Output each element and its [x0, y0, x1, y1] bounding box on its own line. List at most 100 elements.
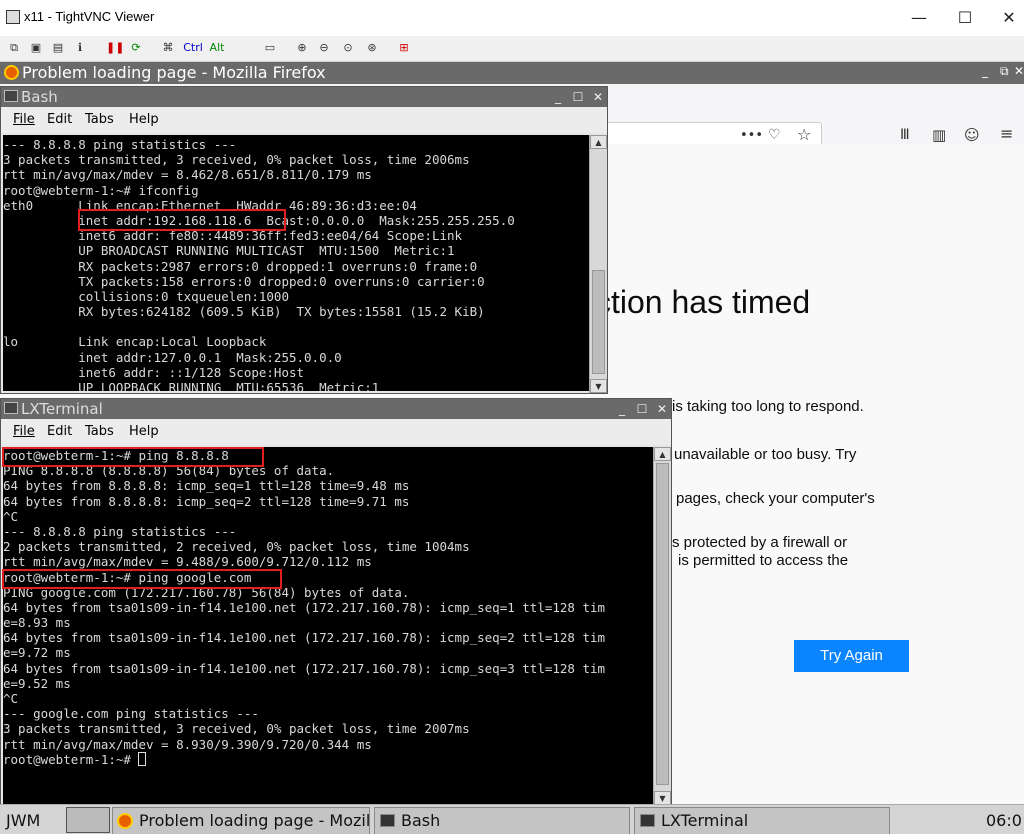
terminal-line: RX bytes:624182 (609.5 KiB) TX bytes:155…: [3, 304, 485, 320]
bash-minimize-button[interactable]: _: [549, 87, 567, 107]
terminal-line: ^C: [3, 691, 19, 706]
terminal-line: 3 packets transmitted, 3 received, 0% pa…: [3, 721, 470, 737]
firefox-icon: [117, 813, 133, 829]
terminal-line: 64 bytes from tsa01s09-in-f14.1e100.net …: [3, 660, 606, 676]
lxterminal-titlebar[interactable]: LXTerminal _ ☐ ✕: [1, 399, 671, 419]
minimize-button[interactable]: —: [904, 6, 934, 30]
terminal-line: 64 bytes from 8.8.8.8: icmp_seq=1 ttl=12…: [3, 478, 410, 494]
remote-desktop[interactable]: Problem loading page - Mozilla Firefox _…: [0, 62, 1024, 834]
firefox-icon: [4, 65, 19, 80]
taskbar-item-label: Problem loading page - Mozill: [139, 811, 370, 830]
info-icon[interactable]: ℹ: [72, 40, 88, 56]
highlight-inet-addr: [78, 209, 286, 231]
menu-file[interactable]: File: [13, 107, 35, 133]
terminal-line: TX packets:158 errors:0 dropped:0 overru…: [3, 273, 485, 289]
scroll-thumb[interactable]: [592, 270, 605, 374]
lxterminal-maximize-button[interactable]: ☐: [633, 399, 651, 419]
alt-key-button[interactable]: Alt: [208, 40, 226, 56]
zoom-in-icon[interactable]: ⊕: [294, 40, 310, 56]
zoom-fit-icon[interactable]: ⊛: [364, 40, 380, 56]
bash-close-button[interactable]: ✕: [589, 87, 607, 107]
scroll-up-arrow[interactable]: ▲: [654, 447, 671, 461]
library-icon[interactable]: Ⅲ: [900, 127, 910, 143]
pause-icon[interactable]: ❚❚: [106, 40, 124, 56]
lxterminal-scrollbar[interactable]: ▲ ▼: [653, 447, 671, 805]
save-icon[interactable]: ▣: [28, 40, 44, 56]
menu-tabs[interactable]: Tabs: [85, 419, 114, 445]
taskbar-item-bash[interactable]: Bash: [374, 807, 630, 834]
desktop-pager[interactable]: [66, 807, 110, 833]
taskbar-item-lxterminal[interactable]: LXTerminal: [634, 807, 890, 834]
scroll-down-arrow[interactable]: ▼: [590, 379, 607, 393]
terminal-line: root@webterm-1:~# ifconfig: [3, 182, 199, 198]
vnc-window-title: x11 - TightVNC Viewer: [24, 9, 155, 24]
lxterminal-window[interactable]: LXTerminal _ ☐ ✕ File Edit Tabs Help roo…: [0, 398, 672, 806]
highlight-ping-8888: [2, 447, 264, 467]
terminal-line: e=8.93 ms: [3, 615, 71, 631]
vnc-window-titlebar: x11 - TightVNC Viewer — ☐ ✕: [0, 0, 1024, 36]
fullscreen-icon[interactable]: ⊞: [396, 40, 412, 56]
error-line-4: s protected by a firewall or: [672, 534, 848, 551]
terminal-icon: [4, 90, 18, 102]
terminal-line: 64 bytes from tsa01s09-in-f14.1e100.net …: [3, 599, 606, 615]
lxterminal-menubar: File Edit Tabs Help: [1, 419, 671, 445]
jwm-taskbar: JWM Problem loading page - Mozill Bash L…: [0, 804, 1024, 834]
menu-help[interactable]: Help: [129, 419, 159, 445]
account-icon[interactable]: ☺: [964, 126, 980, 144]
error-line-5: is permitted to access the: [678, 552, 849, 569]
terminal-line: e=9.72 ms: [3, 645, 71, 661]
error-line-1: is taking too long to respond.: [672, 398, 864, 415]
terminal-line: RX packets:2987 errors:0 dropped:1 overr…: [3, 258, 478, 274]
page-actions-icon[interactable]: •••: [740, 128, 763, 143]
menu-file[interactable]: File: [13, 419, 35, 445]
refresh-icon[interactable]: ⟳: [128, 40, 144, 56]
error-heading: ction has timed: [595, 284, 811, 320]
maximize-button[interactable]: ☐: [950, 6, 980, 30]
terminal-line: 64 bytes from tsa01s09-in-f14.1e100.net …: [3, 630, 606, 646]
ctrl-key-button[interactable]: Ctrl: [182, 40, 204, 56]
terminal-line: 2 packets transmitted, 2 received, 0% pa…: [3, 539, 470, 555]
zoom-100-icon[interactable]: ⊙: [340, 40, 356, 56]
terminal-line: e=9.52 ms: [3, 675, 71, 691]
bookmark-star-icon[interactable]: ☆: [797, 125, 811, 144]
taskbar-item-firefox[interactable]: Problem loading page - Mozill: [112, 807, 370, 834]
bash-scrollbar[interactable]: ▲ ▼: [589, 135, 607, 393]
bash-titlebar[interactable]: Bash _ ☐ ✕: [1, 87, 607, 107]
bash-menubar: File Edit Tabs Help: [1, 107, 607, 133]
scroll-thumb[interactable]: [656, 463, 669, 785]
options-icon[interactable]: ▤: [50, 40, 66, 56]
hamburger-menu-icon[interactable]: ≡: [1000, 124, 1013, 143]
error-line-2: unavailable or too busy. Try: [674, 446, 857, 463]
menu-tabs[interactable]: Tabs: [85, 107, 114, 133]
pocket-icon[interactable]: ♡: [768, 127, 781, 143]
close-button[interactable]: ✕: [994, 6, 1024, 30]
taskbar-clock: 06:0: [986, 811, 1022, 830]
terminal-line: inet addr:127.0.0.1 Mask:255.0.0.0: [3, 349, 342, 365]
sidebar-icon[interactable]: ▥: [932, 126, 946, 144]
bash-window[interactable]: Bash _ ☐ ✕ File Edit Tabs Help --- 8.8.8…: [0, 86, 608, 394]
terminal-line: lo Link encap:Local Loopback: [3, 334, 267, 350]
clipboard-icon[interactable]: ▭: [262, 40, 278, 56]
firefox-close-button[interactable]: ✕: [1014, 64, 1024, 78]
try-again-button[interactable]: Try Again: [794, 640, 909, 672]
new-connection-icon[interactable]: ⧉: [6, 40, 22, 56]
scroll-up-arrow[interactable]: ▲: [590, 135, 607, 149]
bash-terminal-output[interactable]: --- 8.8.8.8 ping statistics --- 3 packets…: [3, 135, 589, 391]
menu-edit[interactable]: Edit: [47, 107, 72, 133]
menu-edit[interactable]: Edit: [47, 419, 72, 445]
terminal-line: collisions:0 txqueuelen:1000: [3, 288, 289, 304]
lxterminal-terminal-output[interactable]: root@webterm-1:~# ping 8.8.8.8 PING 8.8.8…: [3, 447, 653, 805]
firefox-minimize-button[interactable]: _: [982, 64, 988, 78]
jwm-menu-button[interactable]: JWM: [6, 811, 40, 830]
lxterminal-minimize-button[interactable]: _: [613, 399, 631, 419]
taskbar-item-label: Bash: [401, 811, 441, 830]
scroll-down-arrow[interactable]: ▼: [654, 791, 671, 805]
bash-maximize-button[interactable]: ☐: [569, 87, 587, 107]
lxterminal-close-button[interactable]: ✕: [653, 399, 671, 419]
firefox-restore-button[interactable]: ⧉: [1000, 64, 1009, 79]
terminal-line: --- 8.8.8.8 ping statistics ---: [3, 137, 237, 152]
menu-help[interactable]: Help: [129, 107, 159, 133]
ctrl-alt-del-icon[interactable]: ⌘: [160, 40, 176, 56]
terminal-line: 3 packets transmitted, 3 received, 0% pa…: [3, 152, 470, 168]
zoom-out-icon[interactable]: ⊖: [316, 40, 332, 56]
